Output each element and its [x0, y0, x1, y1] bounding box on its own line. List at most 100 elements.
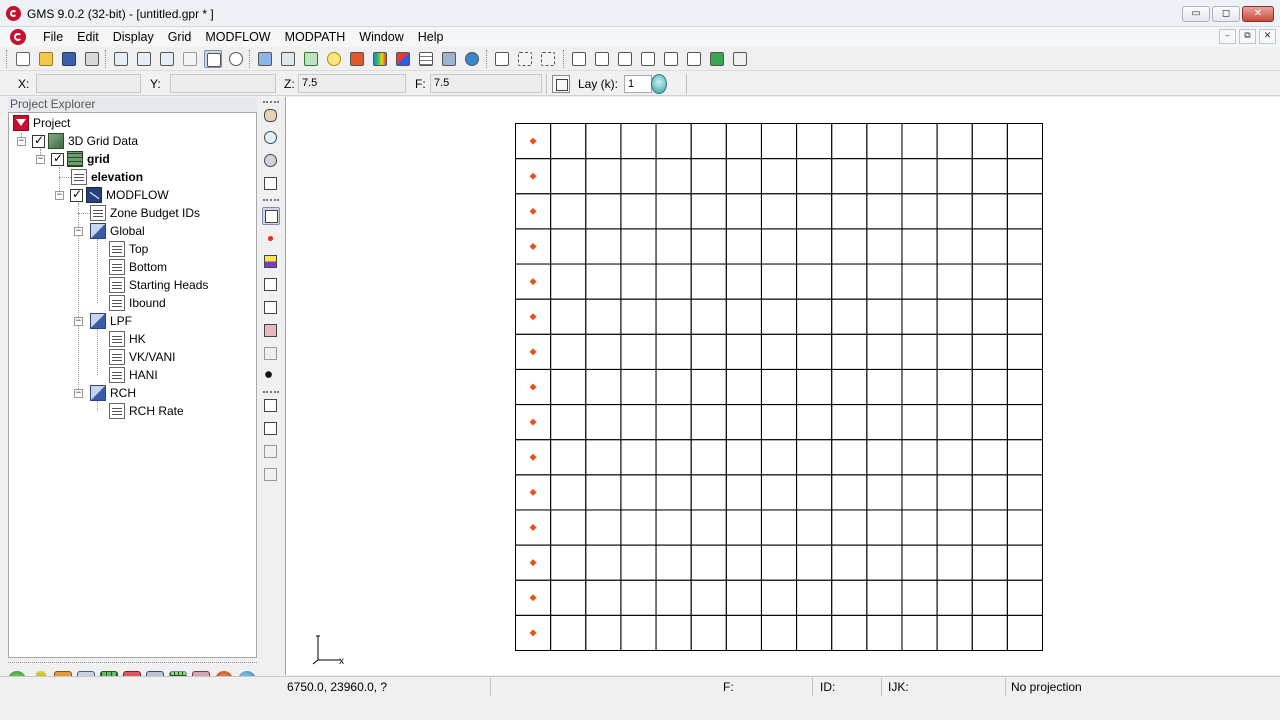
- view-j-icon[interactable]: [262, 420, 280, 438]
- grid-cell[interactable]: [620, 474, 657, 511]
- grid-cell[interactable]: [585, 228, 622, 265]
- grid-cell[interactable]: [901, 404, 938, 441]
- boundary-cell-marker[interactable]: [529, 453, 537, 461]
- grid-cell[interactable]: [936, 228, 973, 265]
- tree-item-vkvani[interactable]: VK/VANI: [109, 348, 175, 366]
- z-coordinate-field[interactable]: 7.5: [298, 74, 406, 93]
- tree-item-hani[interactable]: HANI: [109, 366, 158, 384]
- doc-restore-button[interactable]: ⧉: [1239, 29, 1256, 44]
- contour-icon[interactable]: [394, 50, 412, 68]
- grid-cell[interactable]: [620, 368, 657, 406]
- grid-cell[interactable]: [725, 474, 762, 511]
- grid-canvas[interactable]: [515, 123, 1043, 651]
- grid-cell[interactable]: [550, 544, 587, 581]
- grid-cell[interactable]: [971, 298, 1008, 335]
- print-icon[interactable]: [83, 50, 101, 68]
- doc-close-button[interactable]: ✕: [1259, 29, 1276, 44]
- doc-minimize-button[interactable]: –: [1219, 29, 1236, 44]
- grid-cell[interactable]: [655, 474, 692, 511]
- grid-cell[interactable]: [760, 333, 798, 370]
- grid-cell[interactable]: [655, 439, 692, 476]
- grid-cell[interactable]: [796, 158, 833, 195]
- boundary-cell-marker[interactable]: [529, 418, 537, 426]
- grid-cell[interactable]: [971, 368, 1008, 406]
- grid-cell[interactable]: [936, 333, 973, 370]
- grid-cell[interactable]: [796, 439, 833, 476]
- grid-cell[interactable]: [760, 158, 798, 195]
- menu-grid[interactable]: Grid: [161, 27, 199, 47]
- tree-item-global[interactable]: Global: [90, 222, 145, 240]
- grid-cell[interactable]: [901, 298, 938, 335]
- grid-cell[interactable]: [585, 368, 622, 406]
- frame-tool-icon[interactable]: [204, 50, 222, 68]
- grid-cell[interactable]: [1006, 368, 1043, 406]
- grid-cell[interactable]: [796, 263, 833, 300]
- grid-cell[interactable]: [901, 474, 938, 511]
- modflow-tool-6-icon[interactable]: [685, 50, 703, 68]
- grid-cell[interactable]: [866, 614, 903, 651]
- palette-grip[interactable]: [263, 391, 279, 393]
- boundary-cell-marker[interactable]: [529, 137, 537, 145]
- grid-cell[interactable]: [725, 228, 762, 265]
- grid-cell[interactable]: [655, 158, 692, 195]
- grid-cell[interactable]: [936, 614, 973, 651]
- select-layer-icon[interactable]: [262, 253, 280, 271]
- grid-cell[interactable]: [655, 579, 692, 616]
- boundary-cell-marker[interactable]: [529, 207, 537, 215]
- tree-item-project[interactable]: Project: [13, 114, 70, 132]
- palette-grip[interactable]: [263, 101, 279, 103]
- grid-cell[interactable]: [725, 544, 762, 581]
- layer-icon[interactable]: [552, 75, 570, 93]
- grid-cell[interactable]: [1006, 228, 1043, 265]
- boundary-cell-marker[interactable]: [529, 383, 537, 391]
- grid-cell[interactable]: [725, 509, 762, 546]
- grid-cell[interactable]: [585, 579, 622, 616]
- menu-file[interactable]: File: [36, 27, 70, 47]
- grid-cell[interactable]: [831, 298, 868, 335]
- grid-cell[interactable]: [831, 368, 868, 406]
- grid-cell[interactable]: [550, 333, 587, 370]
- grid-cell[interactable]: [1006, 614, 1043, 651]
- modflow-grid[interactable]: [515, 123, 1043, 651]
- select-ik-icon[interactable]: [539, 50, 557, 68]
- tree-item-3d-grid-data[interactable]: 3D Grid Data: [32, 132, 138, 150]
- collapse-3d-grid-data[interactable]: −: [17, 137, 26, 146]
- grid-cell[interactable]: [585, 439, 622, 476]
- select-column-icon[interactable]: [262, 299, 280, 317]
- grid-cell[interactable]: [550, 404, 587, 441]
- palette-grip[interactable]: [263, 199, 279, 201]
- grid-cell[interactable]: [901, 123, 938, 160]
- grid-cell[interactable]: [971, 158, 1008, 195]
- menu-edit[interactable]: Edit: [70, 27, 106, 47]
- grid-cell[interactable]: [585, 263, 622, 300]
- grid-cell[interactable]: [620, 404, 657, 441]
- grid-cell[interactable]: [760, 263, 798, 300]
- minimize-button[interactable]: ▭: [1182, 6, 1210, 22]
- grid-cell[interactable]: [690, 158, 727, 195]
- grid-cell[interactable]: [655, 298, 692, 335]
- modflow-tool-3-icon[interactable]: [616, 50, 634, 68]
- grid-cell[interactable]: [796, 298, 833, 335]
- tree-item-hk[interactable]: HK: [109, 330, 146, 348]
- refresh-icon[interactable]: [302, 50, 320, 68]
- view-k-icon[interactable]: [262, 443, 280, 461]
- create-point-icon[interactable]: [262, 368, 280, 386]
- grid-cell[interactable]: [585, 474, 622, 511]
- zoom-icon[interactable]: [227, 50, 245, 68]
- grid-cell[interactable]: [831, 544, 868, 581]
- x-coordinate-field[interactable]: [36, 74, 141, 93]
- select-ij-icon[interactable]: [516, 50, 534, 68]
- grid-cell[interactable]: [550, 228, 587, 265]
- grid-cell[interactable]: [936, 579, 973, 616]
- grid-cell[interactable]: [585, 158, 622, 195]
- grid-cell[interactable]: [620, 614, 657, 651]
- grid-cell[interactable]: [971, 439, 1008, 476]
- zoom-magnifier-icon[interactable]: [262, 129, 280, 147]
- grid-cell[interactable]: [936, 404, 973, 441]
- grid-cell[interactable]: [620, 579, 657, 616]
- boundary-cell-marker[interactable]: [529, 524, 537, 532]
- grid-cell[interactable]: [690, 509, 727, 546]
- select-cells-icon[interactable]: [493, 50, 511, 68]
- grid-cell[interactable]: [971, 474, 1008, 511]
- explorer-divider[interactable]: [8, 662, 257, 666]
